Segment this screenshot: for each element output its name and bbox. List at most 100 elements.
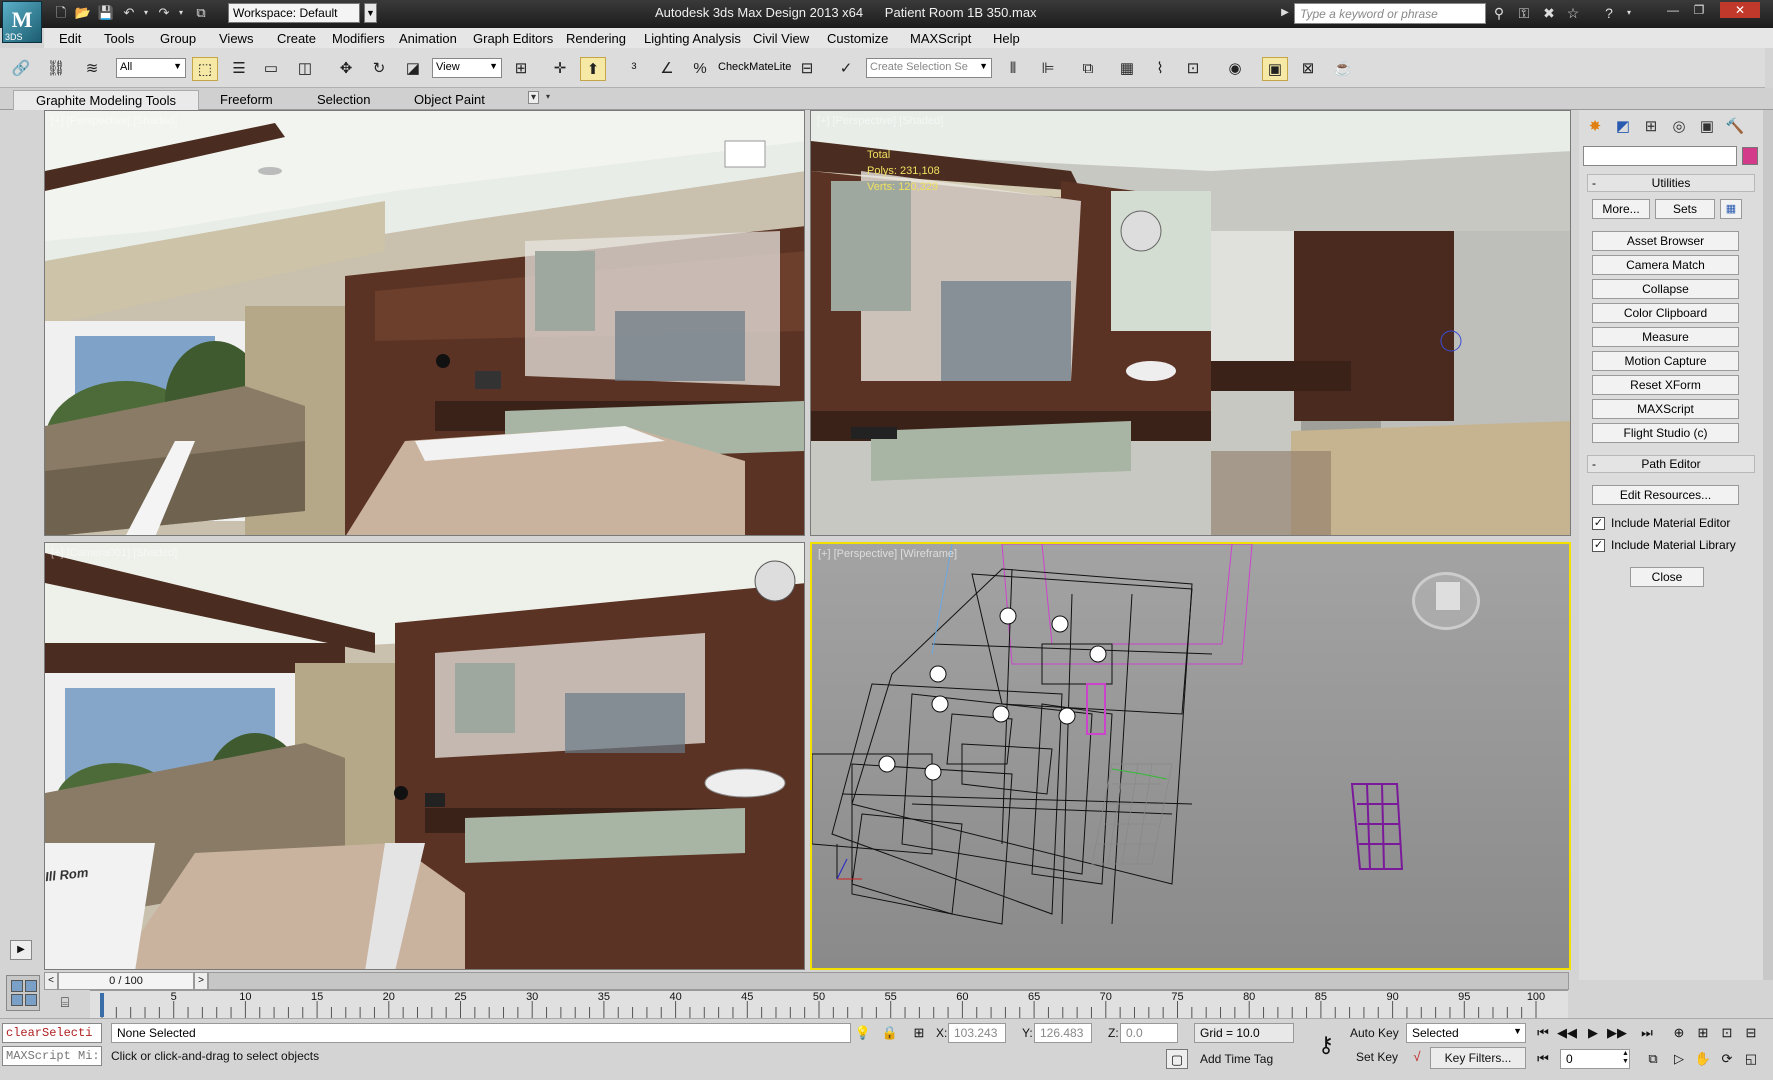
help-icon[interactable]: ? — [1600, 4, 1618, 22]
previous-frame-icon[interactable]: ◀◀ — [1556, 1023, 1578, 1043]
zoom-all-icon[interactable]: ⊞ — [1692, 1023, 1714, 1043]
hold-icon[interactable]: ⧉ — [192, 4, 210, 22]
viewport-label[interactable]: [+] [Perspective] [Wireframe] — [818, 548, 957, 560]
angle-snap-icon[interactable]: ∠ — [654, 57, 680, 81]
track-bar[interactable]: 5 10 15 20 25 30 35 40 45 50 55 60 65 70 75 80 85 90 95 100 — [90, 990, 1568, 1019]
communication-icon[interactable]: ✖ — [1540, 4, 1558, 22]
select-and-link-icon[interactable]: 🔗 — [8, 57, 34, 81]
viewport-layouts-icon[interactable] — [6, 975, 40, 1011]
go-to-end-icon[interactable]: ⏭ — [1636, 1023, 1658, 1043]
play-icon[interactable]: ▶ — [1582, 1023, 1604, 1043]
expand-track-bar-icon[interactable]: ▶ — [10, 940, 32, 960]
viewport-label[interactable]: [+] [Perspective] [Shaded] — [817, 115, 943, 127]
menu-modifiers[interactable]: Modifiers — [332, 31, 385, 46]
pivot-center-icon[interactable]: ⊞ — [508, 57, 534, 81]
undo-dropdown-icon[interactable]: ▾ — [137, 4, 155, 22]
named-selection-sets-dropdown[interactable]: Create Selection Se ▼ — [866, 58, 992, 78]
select-object-icon[interactable]: ⬚ — [192, 57, 218, 81]
workspace-arrow-icon[interactable]: ▼ — [364, 3, 377, 23]
infocenter-arrow-icon[interactable]: ▶ — [1276, 4, 1294, 22]
current-frame-field[interactable]: 0 — [1560, 1049, 1630, 1069]
new-file-icon[interactable]: 🗋 — [52, 4, 70, 22]
rectangular-selection-icon[interactable]: ▭ — [258, 57, 284, 81]
open-file-icon[interactable]: 📂 — [74, 4, 92, 22]
flight-studio-button[interactable]: Flight Studio (c) — [1592, 423, 1739, 443]
binoculars-icon[interactable]: ⚲ — [1490, 4, 1508, 22]
curve-editor-icon[interactable]: ⌇ — [1147, 57, 1173, 81]
bind-space-warp-icon[interactable]: ≋ — [79, 57, 105, 81]
utilities-rollout-header[interactable]: - Utilities — [1587, 174, 1755, 192]
selection-lock-icon[interactable]: 🔒 — [879, 1023, 901, 1043]
edit-resources-button[interactable]: Edit Resources... — [1592, 485, 1739, 505]
minimize-icon[interactable]: — — [1660, 2, 1686, 18]
viewcube-face[interactable] — [1435, 581, 1461, 611]
menu-animation[interactable]: Animation — [399, 31, 457, 46]
spell-check-icon[interactable]: ✓ — [833, 57, 859, 81]
menu-group[interactable]: Group — [160, 31, 196, 46]
next-frame-icon[interactable]: ▶▶ — [1606, 1023, 1628, 1043]
modify-panel-icon[interactable]: ◩ — [1611, 116, 1635, 138]
collapse-button[interactable]: Collapse — [1592, 279, 1739, 299]
material-editor-icon[interactable]: ◉ — [1222, 57, 1248, 81]
set-key-button[interactable]: Set Key — [1356, 1050, 1398, 1064]
select-by-name-icon[interactable]: ☰ — [226, 57, 252, 81]
align-icon[interactable]: ⊫ — [1035, 57, 1061, 81]
zoom-extents-all-icon[interactable]: ⊟ — [1740, 1023, 1762, 1043]
menu-maxscript[interactable]: MAXScript — [910, 31, 971, 46]
select-and-scale-icon[interactable]: ◪ — [400, 57, 426, 81]
orbit-icon[interactable]: ⟳ — [1716, 1049, 1738, 1069]
maximize-viewport-icon[interactable]: ◱ — [1740, 1049, 1762, 1069]
key-mode-toggle-icon[interactable]: ⏮ — [1532, 1049, 1554, 1069]
default-tangent-icon[interactable]: √ — [1406, 1047, 1428, 1067]
menu-civil-view[interactable]: Civil View — [753, 31, 809, 46]
sets-button[interactable]: Sets — [1655, 199, 1715, 219]
close-window-icon[interactable]: ✕ — [1720, 2, 1760, 18]
key-mode-dropdown[interactable]: Selected ▼ — [1406, 1023, 1526, 1043]
percent-snap-icon[interactable]: % — [687, 57, 713, 81]
time-tag-icon[interactable]: ▢ — [1166, 1049, 1188, 1069]
select-and-rotate-icon[interactable]: ↻ — [366, 57, 392, 81]
key-filters-button[interactable]: Key Filters... — [1430, 1047, 1526, 1069]
zoom-icon[interactable]: ⊕ — [1668, 1023, 1690, 1043]
menu-graph-editors[interactable]: Graph Editors — [473, 31, 553, 46]
include-material-library-checkbox[interactable]: ✓ — [1592, 539, 1605, 552]
render-setup-icon[interactable]: ▣ — [1262, 57, 1288, 81]
measure-button[interactable]: Measure — [1592, 327, 1739, 347]
create-panel-icon[interactable]: ✸ — [1583, 116, 1607, 138]
utilities-panel-icon[interactable]: 🔨 — [1723, 116, 1747, 138]
y-coordinate-field[interactable]: 126.483 — [1034, 1023, 1092, 1043]
time-slider-track[interactable] — [208, 972, 1569, 990]
object-name-field[interactable] — [1583, 146, 1737, 166]
viewport-top-left[interactable]: [+] [Perspective] [Shaded] — [44, 110, 805, 536]
help-dropdown-icon[interactable]: ▾ — [1620, 4, 1638, 22]
search-input[interactable]: Type a keyword or phrase — [1294, 3, 1486, 24]
viewport-bottom-left[interactable]: [+] [Camera001] [Shaded] Ill Rom — [44, 542, 805, 970]
viewport-top-right[interactable]: [+] [Perspective] [Shaded] Total Polys: … — [810, 110, 1571, 536]
menu-lighting-analysis[interactable]: Lighting Analysis — [644, 31, 741, 46]
include-material-editor-checkbox[interactable]: ✓ — [1592, 517, 1605, 530]
key-icon[interactable]: ⚷ — [1310, 1031, 1342, 1059]
unlink-icon[interactable]: ⛓ — [43, 57, 69, 81]
keyboard-shortcut-override-icon[interactable]: ⬆ — [580, 57, 606, 81]
display-panel-icon[interactable]: ▣ — [1695, 116, 1719, 138]
camera-match-button[interactable]: Camera Match — [1592, 255, 1739, 275]
menu-customize[interactable]: Customize — [827, 31, 888, 46]
tab-selection[interactable]: Selection — [295, 90, 392, 110]
select-and-move-icon[interactable]: ✥ — [333, 57, 359, 81]
maxscript-mini-listener-input[interactable]: MAXScript Mi: — [2, 1046, 102, 1066]
schematic-view-icon[interactable]: ⊡ — [1180, 57, 1206, 81]
app-logo-button[interactable]: M 3DS — [2, 1, 42, 43]
ribbon-options-icon[interactable]: ▾ — [528, 91, 540, 104]
tab-object-paint[interactable]: Object Paint — [392, 90, 507, 110]
ribbon-options-arrow-icon[interactable]: ▾ — [546, 92, 550, 101]
render-production-icon[interactable]: ☕ — [1330, 57, 1356, 81]
field-of-view-icon[interactable]: ▷ — [1668, 1049, 1690, 1069]
close-button[interactable]: Close — [1630, 567, 1704, 587]
time-configuration-icon[interactable]: ⧉ — [1642, 1049, 1664, 1069]
viewcube-icon[interactable] — [1412, 572, 1480, 630]
restore-icon[interactable]: ❐ — [1686, 2, 1712, 18]
checkmate-label[interactable]: CheckMateLite — [718, 61, 791, 73]
snaps-toggle-icon[interactable]: ³ — [621, 57, 647, 81]
menu-create[interactable]: Create — [277, 31, 316, 46]
add-time-tag-button[interactable]: Add Time Tag — [1200, 1052, 1273, 1066]
